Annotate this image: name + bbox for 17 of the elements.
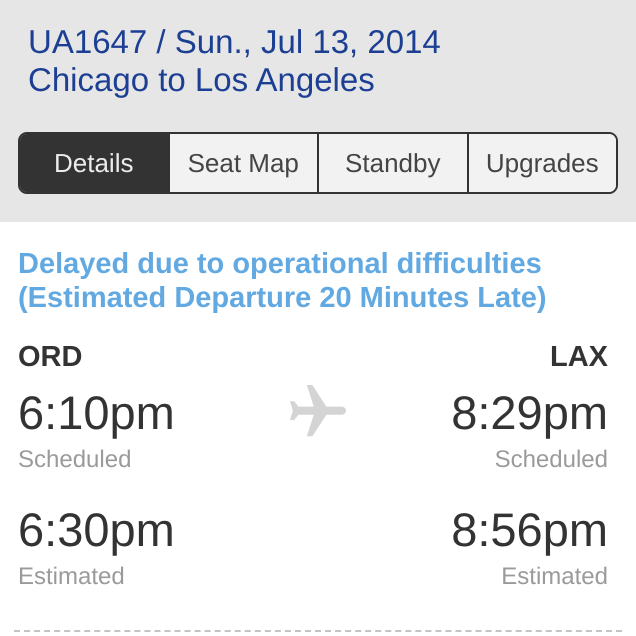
- time-text: 8:56pm: [451, 505, 608, 555]
- flight-title: UA1647 / Sun., Jul 13, 2014: [27, 23, 442, 61]
- tab[interactable]: Details: [20, 134, 168, 192]
- time-label: Estimated: [501, 564, 608, 590]
- time-label: Estimated: [18, 564, 125, 590]
- route-text: Chicago to Los Angeles: [27, 61, 376, 99]
- airport-code: LAX: [550, 342, 608, 372]
- delay-status-text: Delayed due to operational difficulties: [18, 247, 542, 281]
- time-text: 6:30pm: [18, 505, 175, 555]
- time-label: Scheduled: [18, 447, 132, 473]
- time-text: 8:29pm: [451, 388, 608, 438]
- time-text: 6:10pm: [18, 388, 175, 438]
- airport-code: ORD: [18, 342, 82, 372]
- time-label: Scheduled: [494, 447, 608, 473]
- airplane-icon: [290, 385, 346, 439]
- tab[interactable]: Upgrades: [466, 134, 616, 192]
- delay-status-text: (Estimated Departure 20 Minutes Late): [18, 281, 547, 315]
